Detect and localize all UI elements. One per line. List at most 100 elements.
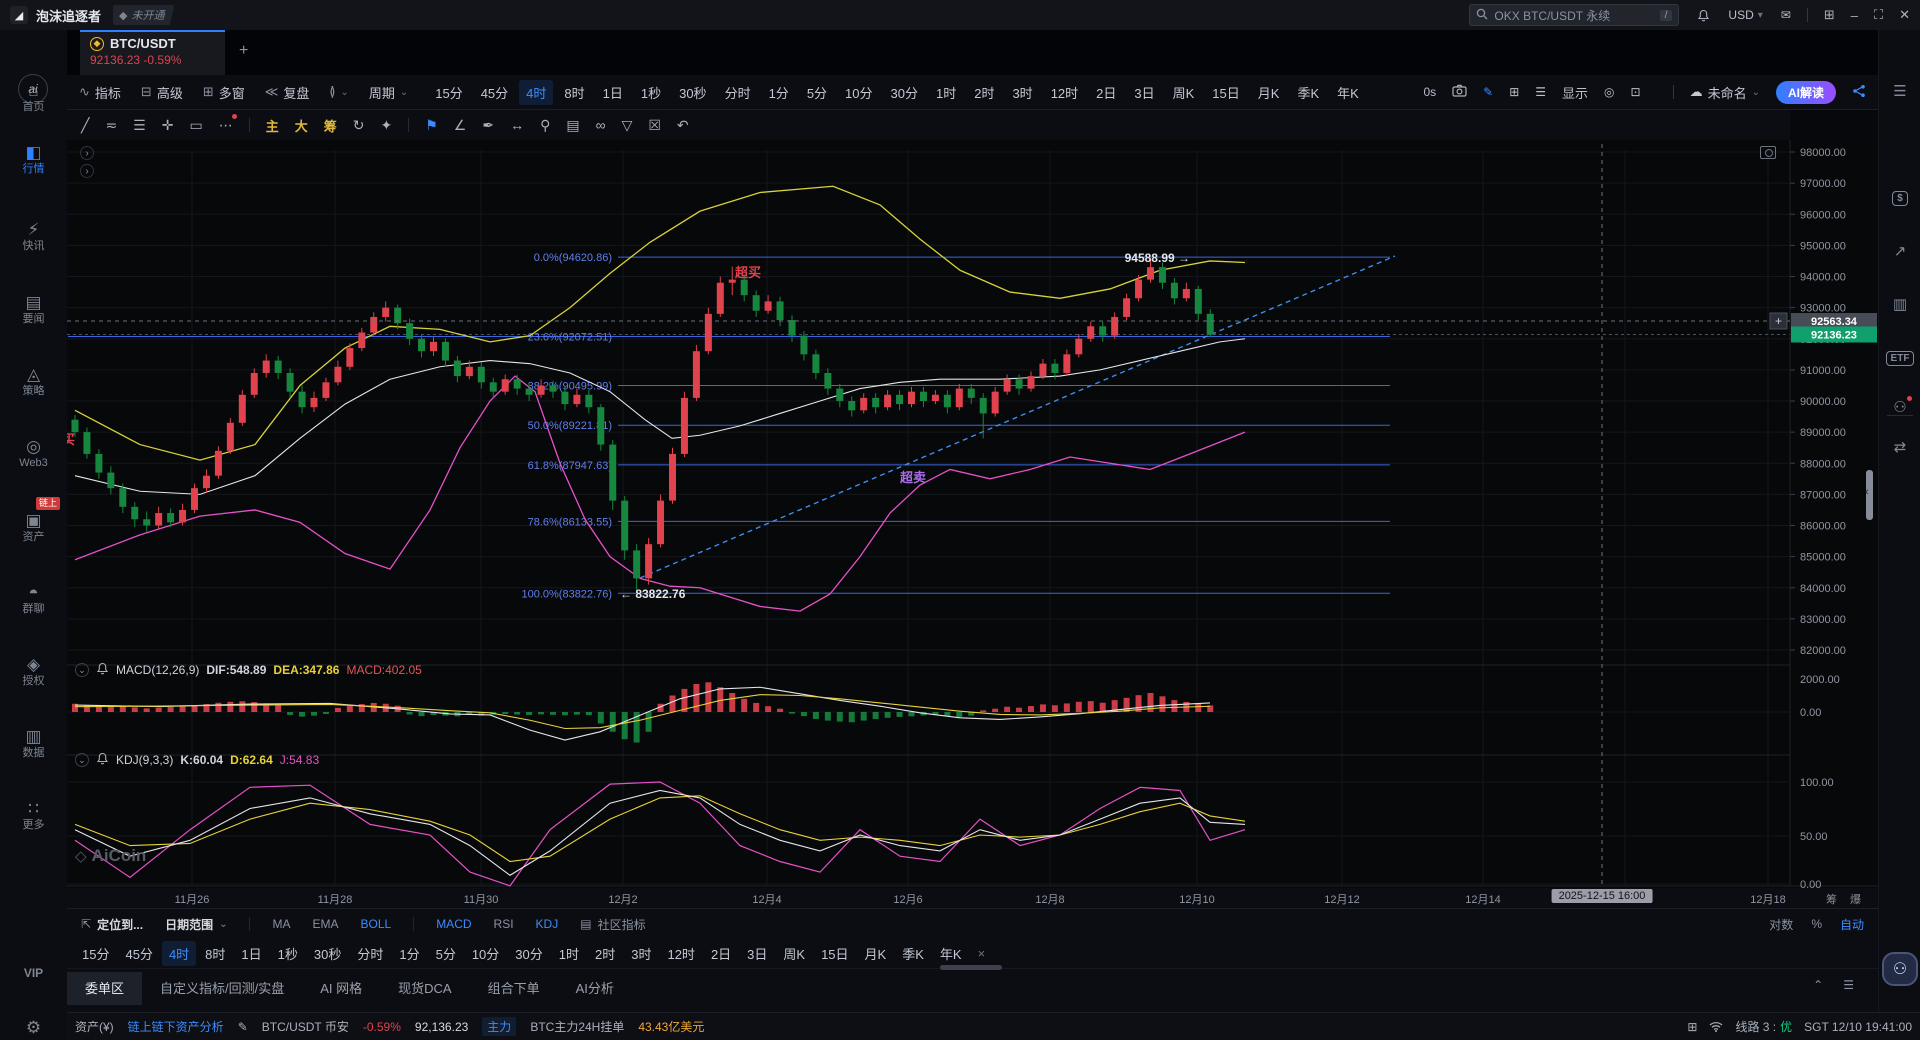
cross-icon[interactable]: ✛ bbox=[162, 117, 174, 134]
robot-icon[interactable]: ⚇ bbox=[1879, 398, 1920, 416]
magic-wand-icon[interactable]: ✦ bbox=[380, 117, 392, 134]
close-timeframe-row-icon[interactable]: × bbox=[971, 943, 993, 964]
chain-analysis-link[interactable]: 链上链下资产分析 bbox=[128, 1018, 224, 1035]
advanced-button[interactable]: ⊟高级 bbox=[141, 83, 183, 102]
link-icon[interactable]: ∞ bbox=[596, 117, 606, 133]
timeframe-10分[interactable]: 10分 bbox=[838, 80, 879, 105]
bottom-tab-自定义指标/回测/实盘[interactable]: 自定义指标/回测/实盘 bbox=[142, 972, 302, 1005]
trendline-icon[interactable]: ╱ bbox=[81, 117, 89, 134]
timeframe-30秒[interactable]: 30秒 bbox=[672, 80, 713, 105]
money-icon[interactable]: $ bbox=[1879, 188, 1920, 206]
timeframe-分时[interactable]: 分时 bbox=[718, 80, 758, 105]
bottom-timeframe-3时[interactable]: 3时 bbox=[624, 941, 658, 966]
assets-label[interactable]: 资产(¥) bbox=[75, 1018, 114, 1035]
timeframe-季K[interactable]: 季K bbox=[1290, 80, 1326, 105]
maximize-button[interactable]: ⛶ bbox=[1874, 7, 1883, 23]
bottom-timeframe-15分[interactable]: 15分 bbox=[75, 941, 116, 966]
sidebar-item-vip[interactable]: VIP bbox=[0, 966, 67, 980]
timeframe-周K[interactable]: 周K bbox=[1166, 80, 1202, 105]
target-icon[interactable]: ◎ bbox=[1604, 85, 1614, 99]
bar-chart-icon[interactable]: ▥ bbox=[1879, 295, 1920, 313]
timeframe-年K[interactable]: 年K bbox=[1330, 80, 1366, 105]
multi-line-icon[interactable]: ☰ bbox=[133, 117, 146, 134]
bottom-timeframe-季K[interactable]: 季K bbox=[895, 941, 931, 966]
bottom-timeframe-15日[interactable]: 15日 bbox=[814, 941, 855, 966]
locate-button[interactable]: ⇱定位到... bbox=[81, 916, 143, 933]
chip-label[interactable]: 筹 bbox=[324, 116, 337, 135]
collapse-panel-icon[interactable]: ⌄ bbox=[75, 663, 89, 677]
bottom-timeframe-1日[interactable]: 1日 bbox=[234, 941, 268, 966]
currency-selector[interactable]: USD▾ bbox=[1728, 8, 1762, 22]
bottom-timeframe-8时[interactable]: 8时 bbox=[198, 941, 232, 966]
chart-area[interactable]: 98000.0097000.0096000.0095000.0094000.00… bbox=[67, 140, 1878, 890]
bottom-timeframe-45分[interactable]: 45分 bbox=[118, 941, 159, 966]
bottom-timeframe-周K[interactable]: 周K bbox=[776, 941, 812, 966]
scale-option-%[interactable]: % bbox=[1811, 917, 1822, 931]
indicator-toggle-BOLL[interactable]: BOLL bbox=[361, 917, 392, 931]
new-pane-icon[interactable]: ⊞ bbox=[1509, 85, 1519, 99]
status-pair[interactable]: BTC/USDT 币安 bbox=[262, 1018, 349, 1035]
sidebar-item-要闻[interactable]: ▤要闻 bbox=[0, 293, 67, 326]
bottom-timeframe-1分[interactable]: 1分 bbox=[392, 941, 426, 966]
rectangle-icon[interactable]: ▭ bbox=[189, 117, 202, 134]
bottom-tab-AI 网格[interactable]: AI 网格 bbox=[302, 972, 380, 1005]
timeframe-1时[interactable]: 1时 bbox=[929, 80, 963, 105]
expand-drawings-icon[interactable]: › bbox=[80, 146, 94, 160]
timeframe-8时[interactable]: 8时 bbox=[557, 80, 591, 105]
bottom-tab-现货DCA[interactable]: 现货DCA bbox=[380, 972, 469, 1005]
timeframe-5分[interactable]: 5分 bbox=[800, 80, 834, 105]
bottom-timeframe-1时[interactable]: 1时 bbox=[552, 941, 586, 966]
bottom-timeframe-12时[interactable]: 12时 bbox=[660, 941, 701, 966]
timeframe-45分[interactable]: 45分 bbox=[474, 80, 515, 105]
market-trend-icon[interactable]: ↗ bbox=[1879, 242, 1920, 260]
undo-icon[interactable]: ↶ bbox=[677, 117, 689, 134]
sidebar-item-群聊[interactable]: ◓群聊 bbox=[0, 583, 67, 616]
ruler-icon[interactable]: ∠ bbox=[454, 117, 467, 134]
measure-icon[interactable]: ↔ bbox=[510, 117, 524, 133]
list-menu-icon[interactable]: ☰ bbox=[1535, 85, 1546, 99]
sidebar-item-首页[interactable]: ⌂首页 bbox=[0, 81, 67, 114]
collapse-chevron-icon[interactable]: ⌃ bbox=[1813, 978, 1823, 992]
timeframe-15分[interactable]: 15分 bbox=[428, 80, 469, 105]
timeframe-月K[interactable]: 月K bbox=[1251, 80, 1287, 105]
minimize-button[interactable]: – bbox=[1851, 8, 1858, 23]
indicator-button[interactable]: ∿指标 bbox=[79, 83, 121, 102]
timeframe-4时[interactable]: 4时 bbox=[519, 80, 553, 105]
time-axis[interactable]: 11月2611月2811月3012月212月412月612月812月1012月1… bbox=[67, 888, 1878, 908]
collapse-panel-icon[interactable]: ⌄ bbox=[75, 753, 89, 767]
timeframe-30分[interactable]: 30分 bbox=[884, 80, 925, 105]
scale-option-对数[interactable]: 对数 bbox=[1769, 916, 1793, 933]
bottom-timeframe-月K[interactable]: 月K bbox=[858, 941, 894, 966]
timeframe-2时[interactable]: 2时 bbox=[967, 80, 1001, 105]
bottom-timeframe-30秒[interactable]: 30秒 bbox=[307, 941, 348, 966]
fullscreen-icon[interactable]: ⊡ bbox=[1631, 85, 1641, 99]
indicator-toggle-MACD[interactable]: MACD bbox=[436, 917, 471, 931]
alert-bell-icon[interactable] bbox=[96, 662, 109, 678]
trash-icon[interactable]: ☒ bbox=[648, 117, 661, 134]
timeframe-1分[interactable]: 1分 bbox=[762, 80, 796, 105]
sidebar-item-策略[interactable]: ◬策略 bbox=[0, 365, 67, 398]
expand-objects-icon[interactable]: › bbox=[80, 164, 94, 178]
timeframe-1秒[interactable]: 1秒 bbox=[634, 80, 668, 105]
window-layout-icon[interactable]: ⊞ bbox=[1824, 7, 1835, 23]
etf-icon[interactable]: ETF bbox=[1879, 348, 1920, 366]
bottom-timeframe-年K[interactable]: 年K bbox=[933, 941, 969, 966]
timeframe-3时[interactable]: 3时 bbox=[1005, 80, 1039, 105]
tab-btc-usdt[interactable]: ◆BTC/USDT 92136.23 -0.59% bbox=[80, 30, 225, 75]
sidebar-item-快讯[interactable]: ⚡快讯 bbox=[0, 220, 67, 253]
layout-selector[interactable]: ☁未命名⌄ bbox=[1690, 83, 1760, 102]
refresh-icon[interactable]: ↻ bbox=[353, 117, 365, 134]
bookmark-icon[interactable]: ⚑ bbox=[425, 117, 438, 134]
bottom-timeframe-30分[interactable]: 30分 bbox=[508, 941, 549, 966]
mini-window-icon[interactable]: ⊞ bbox=[1687, 1020, 1697, 1034]
close-button[interactable]: ✕ bbox=[1899, 7, 1910, 23]
screenshot-camera-icon[interactable] bbox=[1452, 84, 1467, 100]
parallel-lines-icon[interactable]: ≂ bbox=[105, 117, 117, 134]
sidebar-item-Web3[interactable]: ◎Web3 bbox=[0, 437, 67, 470]
display-button[interactable]: 显示 bbox=[1562, 83, 1588, 102]
indicator-toggle-RSI[interactable]: RSI bbox=[494, 917, 514, 931]
add-tab-button[interactable]: + bbox=[239, 42, 248, 60]
ai-analysis-button[interactable]: AI解读 bbox=[1776, 81, 1836, 104]
form-edit-icon[interactable]: ▤ bbox=[566, 117, 579, 134]
alert-bell-icon[interactable] bbox=[96, 752, 109, 768]
